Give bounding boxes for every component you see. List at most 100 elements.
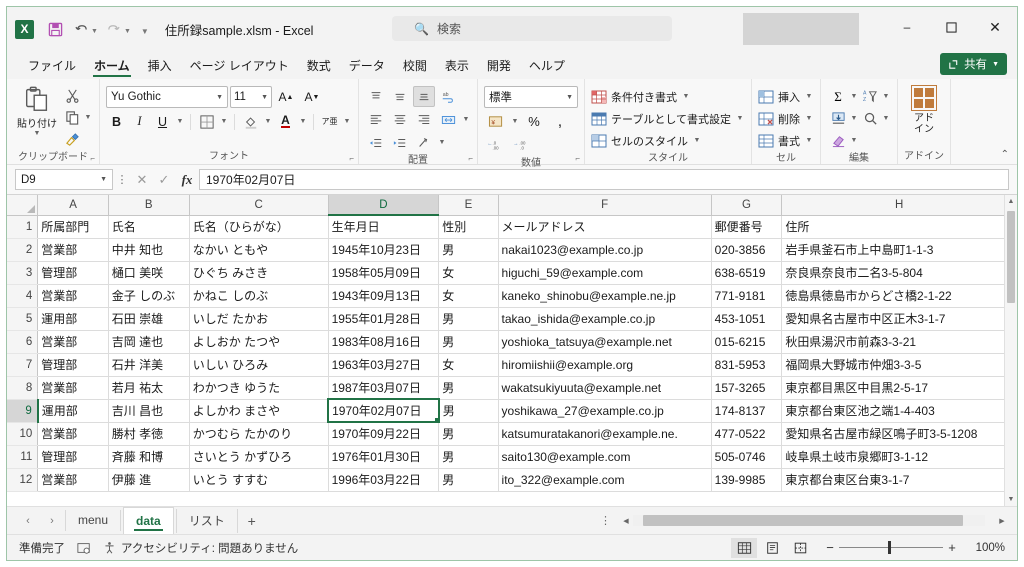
column-header-f[interactable]: F bbox=[498, 195, 712, 216]
cell-e4[interactable]: 女 bbox=[438, 284, 499, 308]
cell-f3[interactable]: higuchi_59@example.com bbox=[498, 261, 712, 285]
cut-icon[interactable] bbox=[61, 86, 83, 106]
tab-view[interactable]: 表示 bbox=[436, 55, 478, 79]
collapse-ribbon-icon[interactable]: ⌃ bbox=[1001, 149, 1009, 160]
cell-e2[interactable]: 男 bbox=[438, 238, 499, 262]
cell-g8[interactable]: 157-3265 bbox=[711, 376, 783, 400]
cell-b6[interactable]: 吉岡 達也 bbox=[108, 330, 190, 354]
share-caret-icon[interactable]: ▼ bbox=[992, 61, 999, 68]
cell-a9[interactable]: 運用部 bbox=[37, 399, 109, 423]
format-cells-caret-icon[interactable]: ▼ bbox=[804, 137, 814, 144]
cell-g2[interactable]: 020-3856 bbox=[711, 238, 783, 262]
cell-c5[interactable]: いしだ たかお bbox=[189, 307, 329, 331]
column-header-h[interactable]: H bbox=[781, 195, 1017, 216]
column-header-e[interactable]: E bbox=[438, 195, 499, 216]
row-header-5[interactable]: 5 bbox=[7, 307, 39, 331]
zoom-track[interactable] bbox=[839, 541, 943, 554]
cell-h10[interactable]: 愛知県名古屋市緑区鳴子町3-5-1208 bbox=[781, 422, 1017, 446]
cell-a7[interactable]: 管理部 bbox=[37, 353, 109, 377]
row-header-1[interactable]: 1 bbox=[7, 215, 39, 239]
percent-style-button[interactable]: % bbox=[522, 111, 546, 132]
cell-h9[interactable]: 東京都台東区池之端1-4-403 bbox=[781, 399, 1017, 423]
hscroll-left-icon[interactable]: ◀ bbox=[619, 517, 633, 525]
cell-g9[interactable]: 174-8137 bbox=[711, 399, 783, 423]
decrease-indent-icon[interactable] bbox=[365, 132, 387, 153]
cell-d6[interactable]: 1983年08月16日 bbox=[328, 330, 440, 354]
vertical-scroll-thumb[interactable] bbox=[1007, 211, 1015, 303]
cell-a8[interactable]: 営業部 bbox=[37, 376, 109, 400]
row-header-7[interactable]: 7 bbox=[7, 353, 39, 377]
font-size-input[interactable]: 11 ▼ bbox=[230, 86, 272, 108]
cell-g12[interactable]: 139-9985 bbox=[711, 468, 783, 492]
cell-b12[interactable]: 伊藤 進 bbox=[108, 468, 190, 492]
formula-input[interactable]: 1970年02月07日 bbox=[199, 169, 1009, 190]
scroll-down-icon[interactable]: ▼ bbox=[1005, 493, 1017, 506]
cell-e5[interactable]: 男 bbox=[438, 307, 499, 331]
cell-b5[interactable]: 石田 崇雄 bbox=[108, 307, 190, 331]
row-header-12[interactable]: 12 bbox=[7, 468, 39, 492]
cell-h5[interactable]: 愛知県名古屋市中区正木3-1-7 bbox=[781, 307, 1017, 331]
name-box[interactable]: D9 ▼ bbox=[15, 169, 113, 190]
cell-d2[interactable]: 1945年10月23日 bbox=[328, 238, 440, 262]
cell-c3[interactable]: ひぐち みさき bbox=[189, 261, 329, 285]
column-header-c[interactable]: C bbox=[189, 195, 329, 216]
find-icon[interactable] bbox=[859, 109, 881, 128]
cell-g3[interactable]: 638-6519 bbox=[711, 261, 783, 285]
decrease-font-size-button[interactable]: A ▼ bbox=[300, 86, 324, 108]
save-icon[interactable] bbox=[43, 17, 67, 41]
tab-formulas[interactable]: 数式 bbox=[298, 55, 340, 79]
column-header-d[interactable]: D bbox=[328, 195, 440, 216]
alignment-dialog-launcher[interactable]: ⌐ bbox=[468, 154, 473, 163]
accessibility-status[interactable]: アクセシビリティ: 問題ありません bbox=[91, 540, 298, 556]
cell-d11[interactable]: 1976年01月30日 bbox=[328, 445, 440, 469]
cell-e9[interactable]: 男 bbox=[438, 399, 499, 423]
tab-insert[interactable]: 挿入 bbox=[139, 55, 181, 79]
decrease-decimal-icon[interactable]: → .00.0 bbox=[510, 135, 534, 156]
increase-indent-icon[interactable] bbox=[389, 132, 411, 153]
clear-caret-icon[interactable]: ▼ bbox=[849, 137, 859, 144]
cell-f4[interactable]: kaneko_shinobu@example.ne.jp bbox=[498, 284, 712, 308]
cell-e12[interactable]: 男 bbox=[438, 468, 499, 492]
row-header-4[interactable]: 4 bbox=[7, 284, 39, 308]
cell-g5[interactable]: 453-1051 bbox=[711, 307, 783, 331]
phonetic-guide-icon[interactable]: ア亜 bbox=[319, 111, 340, 132]
align-middle-icon[interactable] bbox=[389, 86, 411, 107]
number-format-caret-icon[interactable]: ▼ bbox=[566, 94, 573, 101]
cancel-icon[interactable]: ✕ bbox=[131, 172, 153, 188]
bold-button[interactable]: B bbox=[106, 111, 127, 132]
page-break-view-button[interactable] bbox=[787, 538, 813, 558]
merge-cells-icon[interactable] bbox=[437, 109, 459, 130]
delete-cells-button[interactable]: 削除 ▼ bbox=[758, 108, 814, 129]
format-as-table-caret-icon[interactable]: ▼ bbox=[735, 115, 745, 122]
sort-filter-caret-icon[interactable]: ▼ bbox=[881, 93, 891, 100]
cell-b9[interactable]: 吉川 昌也 bbox=[108, 399, 190, 423]
number-dialog-launcher[interactable]: ⌐ bbox=[575, 154, 580, 163]
increase-font-size-button[interactable]: A ▲ bbox=[274, 86, 298, 108]
tab-review[interactable]: 校閲 bbox=[394, 55, 436, 79]
cell-b2[interactable]: 中井 知也 bbox=[108, 238, 190, 262]
borders-icon[interactable] bbox=[196, 111, 217, 132]
confirm-icon[interactable]: ✓ bbox=[153, 172, 175, 188]
align-top-icon[interactable] bbox=[365, 86, 387, 107]
share-button[interactable]: 共有 ▼ bbox=[940, 53, 1007, 75]
redo-icon[interactable] bbox=[102, 17, 126, 41]
close-button[interactable]: ✕ bbox=[973, 7, 1017, 47]
cell-f12[interactable]: ito_322@example.com bbox=[498, 468, 712, 492]
cell-a5[interactable]: 運用部 bbox=[37, 307, 109, 331]
select-all-corner[interactable] bbox=[7, 195, 39, 216]
font-color-caret-icon[interactable]: ▼ bbox=[298, 118, 308, 125]
horizontal-scrollbar[interactable] bbox=[633, 515, 985, 526]
cell-h12[interactable]: 東京都台東区台東3-1-7 bbox=[781, 468, 1017, 492]
autosum-caret-icon[interactable]: ▼ bbox=[849, 93, 859, 100]
tab-home[interactable]: ホーム bbox=[85, 55, 139, 79]
cell-a1[interactable]: 所属部門 bbox=[37, 215, 109, 239]
cell-h11[interactable]: 岐阜県土岐市泉郷町3-1-12 bbox=[781, 445, 1017, 469]
cell-a11[interactable]: 管理部 bbox=[37, 445, 109, 469]
conditional-formatting-button[interactable]: 条件付き書式 ▼ bbox=[591, 86, 691, 107]
cell-f1[interactable]: メールアドレス bbox=[498, 215, 712, 239]
scroll-up-icon[interactable]: ▲ bbox=[1005, 195, 1017, 208]
align-right-icon[interactable] bbox=[413, 109, 435, 130]
cell-a12[interactable]: 営業部 bbox=[37, 468, 109, 492]
cell-d1[interactable]: 生年月日 bbox=[328, 215, 440, 239]
paste-button[interactable]: 貼り付け ▼ bbox=[13, 82, 61, 137]
